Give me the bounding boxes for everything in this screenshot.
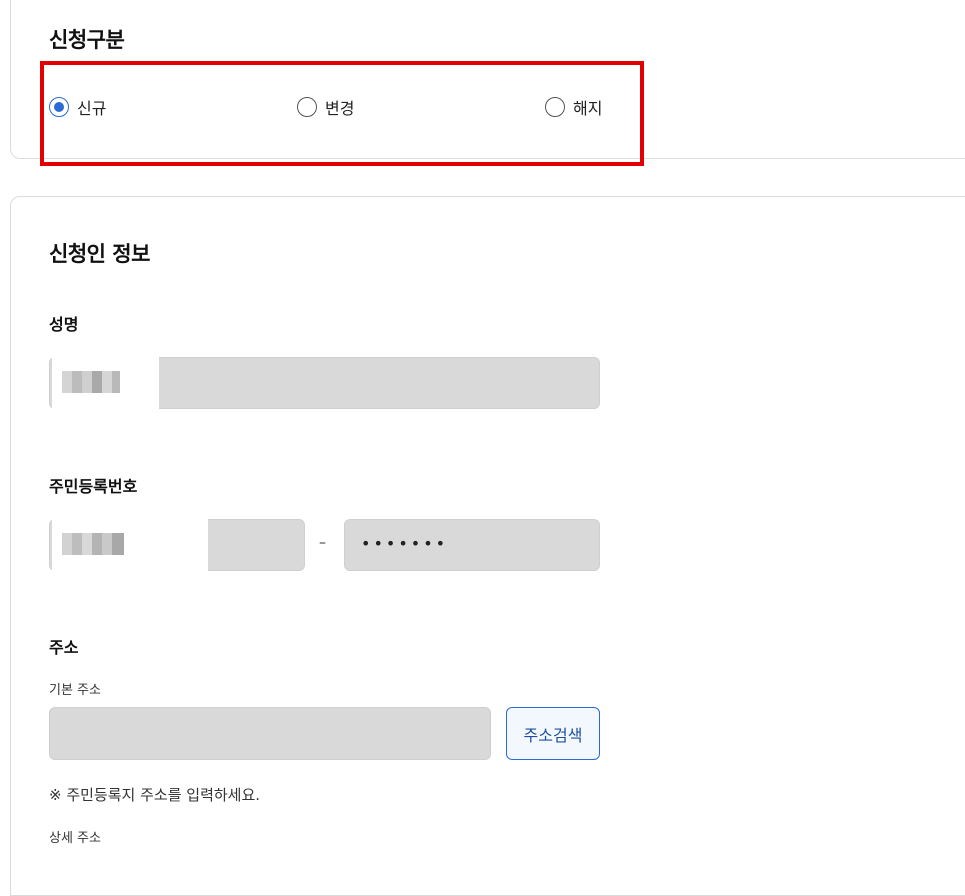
rrn-back-masked-value: ••••••• bbox=[361, 534, 449, 553]
highlight-annotation-box bbox=[40, 61, 644, 166]
name-redacted-mosaic bbox=[52, 352, 159, 412]
address-notice-text: ※ 주민등록지 주소를 입력하세요. bbox=[49, 786, 261, 804]
application-type-title: 신청구분 bbox=[49, 28, 125, 52]
basic-address-label: 기본 주소 bbox=[49, 683, 101, 698]
basic-address-input[interactable] bbox=[49, 707, 491, 760]
rrn-label: 주민등록번호 bbox=[49, 477, 138, 496]
applicant-info-title: 신청인 정보 bbox=[49, 242, 150, 266]
rrn-separator: – bbox=[319, 535, 326, 551]
address-label: 주소 bbox=[49, 638, 79, 657]
name-label: 성명 bbox=[49, 315, 79, 334]
detail-address-label: 상세 주소 bbox=[49, 831, 101, 846]
rrn-redacted-mosaic bbox=[52, 516, 208, 572]
address-search-button[interactable]: 주소검색 bbox=[506, 707, 600, 760]
